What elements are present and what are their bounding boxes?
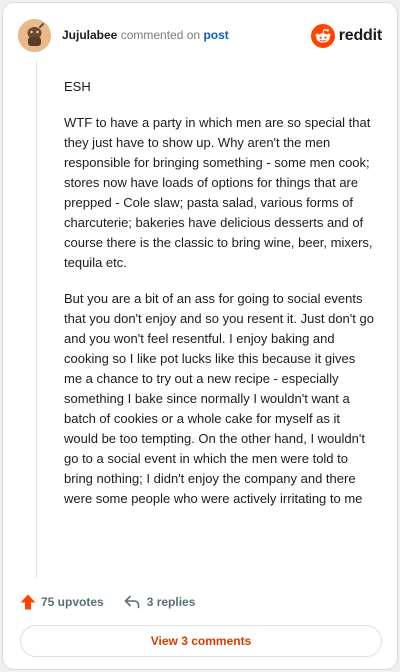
comment-paragraph: WTF to have a party in which men are so … xyxy=(64,115,373,270)
comment-body: ESH WTF to have a party in which men are… xyxy=(64,77,376,525)
thread-line[interactable] xyxy=(36,61,37,578)
username-link[interactable]: Jujulabee xyxy=(62,28,117,42)
reddit-snoo-icon xyxy=(310,24,335,48)
byline: Jujulabee commented on post xyxy=(62,28,229,43)
upvote-arrow-icon xyxy=(20,594,36,610)
comment-header: Jujulabee commented on post reddit xyxy=(18,19,382,53)
comment-paragraph: ESH xyxy=(64,79,91,94)
avatar-icon xyxy=(18,19,51,52)
comment-paragraph: But you are a bit of an ass for going to… xyxy=(64,291,374,506)
comment-actions: 75 upvotes 3 replies xyxy=(19,591,195,613)
post-link[interactable]: post xyxy=(203,28,228,42)
reply-button[interactable]: 3 replies xyxy=(123,593,196,611)
upvote-button[interactable]: 75 upvotes xyxy=(19,593,104,611)
reply-count: 3 replies xyxy=(146,595,196,609)
reply-arrow-icon xyxy=(124,595,140,609)
upvote-count: 75 upvotes xyxy=(41,595,104,609)
action-text: commented on xyxy=(120,28,201,42)
reddit-logo[interactable]: reddit xyxy=(310,23,382,49)
view-comments-button[interactable]: View 3 comments xyxy=(20,625,382,657)
logo-text: reddit xyxy=(338,27,382,44)
user-avatar[interactable] xyxy=(18,19,51,52)
comment-card: Jujulabee commented on post reddit ESH W… xyxy=(2,2,398,670)
